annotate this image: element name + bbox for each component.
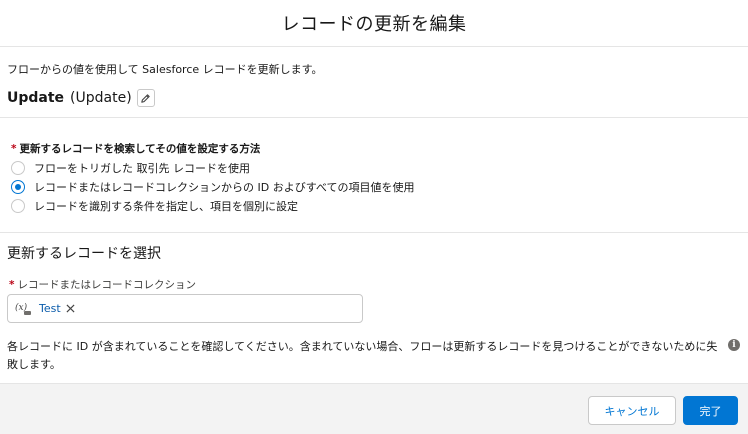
radio-option-record-ids[interactable]: レコードまたはレコードコレクションからの ID およびすべての項目値を使用: [11, 179, 415, 195]
radio-button[interactable]: [11, 199, 25, 213]
modal-header: レコードの更新を編集: [0, 0, 748, 47]
modal-title: レコードの更新を編集: [281, 14, 467, 35]
method-label: * 更新するレコードを検索してその値を設定する方法: [11, 141, 260, 156]
resource-pill[interactable]: (x) Test: [12, 299, 78, 319]
divider: [0, 117, 748, 118]
radio-option-triggering-record[interactable]: フローをトリガした 取引先 レコードを使用: [11, 160, 250, 176]
radio-option-label: フローをトリガした 取引先 レコードを使用: [34, 162, 250, 175]
radio-button[interactable]: [11, 180, 25, 194]
required-marker: *: [9, 279, 15, 291]
element-header: Update (Update): [7, 88, 155, 108]
variable-icon: (x): [15, 302, 31, 315]
modal-description: フローからの値を使用して Salesforce レコードを更新します。: [7, 63, 323, 76]
field-label-text: レコードまたはレコードコレクション: [17, 279, 197, 291]
cancel-button[interactable]: キャンセル: [588, 396, 676, 425]
edit-element-button[interactable]: [136, 89, 155, 107]
pencil-icon: [141, 93, 150, 103]
element-api-name: (Update): [70, 90, 132, 106]
close-icon[interactable]: [66, 304, 75, 313]
record-id-note: 各レコードに ID が含まれていることを確認してください。含まれていない場合、フ…: [7, 340, 718, 371]
done-button[interactable]: 完了: [683, 396, 738, 425]
modal-footer: キャンセル 完了: [0, 383, 748, 434]
record-resource-input[interactable]: (x) Test: [7, 294, 363, 323]
radio-button[interactable]: [11, 161, 25, 175]
divider: [0, 232, 748, 233]
element-label: Update: [7, 90, 65, 106]
required-marker: *: [11, 143, 17, 155]
method-label-text: 更新するレコードを検索してその値を設定する方法: [19, 143, 261, 155]
info-icon[interactable]: i: [728, 339, 740, 351]
radio-option-label: レコードを識別する条件を指定し、項目を個別に設定: [34, 200, 298, 213]
section-title: 更新するレコードを選択: [7, 246, 161, 262]
field-label: * レコードまたはレコードコレクション: [9, 277, 196, 292]
pill-label: Test: [39, 302, 61, 315]
radio-option-conditions[interactable]: レコードを識別する条件を指定し、項目を個別に設定: [11, 198, 298, 214]
radio-option-label: レコードまたはレコードコレクションからの ID およびすべての項目値を使用: [34, 181, 415, 194]
